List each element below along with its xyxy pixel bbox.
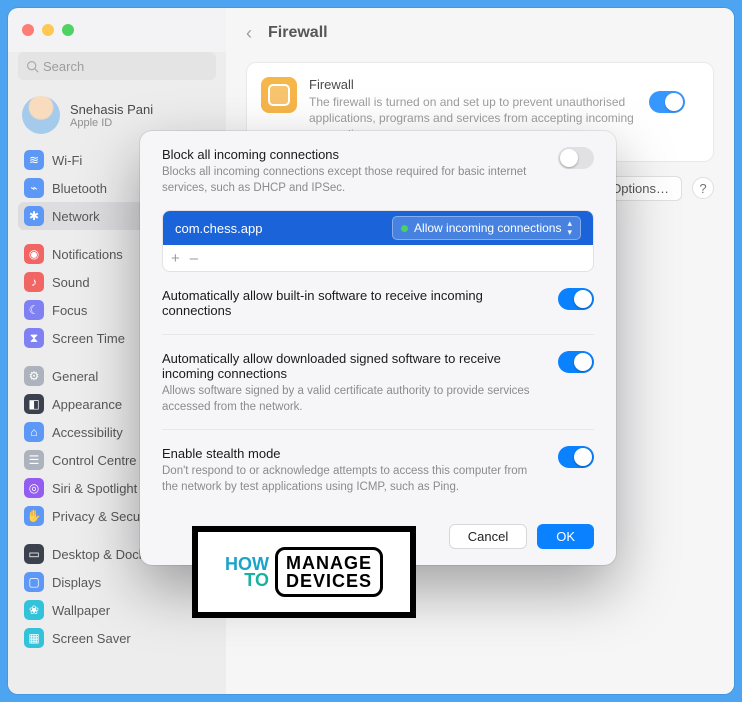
sidebar-item-label: Network [52, 209, 100, 224]
back-button[interactable]: ‹ [246, 23, 252, 44]
app-rule-select[interactable]: Allow incoming connections ▴▾ [392, 216, 581, 240]
add-app-button[interactable]: + [171, 250, 180, 267]
sidebar-item-wallpaper[interactable]: ❀ Wallpaper [18, 596, 216, 624]
sidebar-item-label: Sound [52, 275, 90, 290]
sidebar-item-label: Displays [52, 575, 101, 590]
firewall-master-toggle[interactable] [649, 91, 685, 113]
control-centre-icon: ☰ [24, 450, 44, 470]
firewall-card-title: Firewall [309, 77, 651, 92]
desktop-dock-icon: ▭ [24, 544, 44, 564]
block-all-title: Block all incoming connections [162, 147, 544, 162]
privacy-security-icon: ✋ [24, 506, 44, 526]
close-icon[interactable] [22, 24, 34, 36]
displays-icon: ▢ [24, 572, 44, 592]
app-rules-table: com.chess.app Allow incoming connections… [162, 210, 594, 272]
sidebar-item-label: Control Centre [52, 453, 137, 468]
focus-icon: ☾ [24, 300, 44, 320]
remove-app-button[interactable]: – [190, 250, 198, 267]
sound-icon: ♪ [24, 272, 44, 292]
search-placeholder: Search [43, 59, 84, 74]
auto-signed-desc: Allows software signed by a valid certif… [162, 383, 544, 415]
siri-spotlight-icon: ◎ [24, 478, 44, 498]
sidebar-item-label: Screen Time [52, 331, 125, 346]
sidebar-item-label: Notifications [52, 247, 123, 262]
chevron-updown-icon: ▴▾ [567, 219, 572, 237]
screen-saver-icon: ▦ [24, 628, 44, 648]
window-controls [22, 24, 74, 36]
avatar [22, 96, 60, 134]
ok-button[interactable]: OK [537, 524, 594, 549]
stealth-title: Enable stealth mode [162, 446, 544, 461]
auto-builtin-toggle[interactable] [558, 288, 594, 310]
sidebar-item-label: Bluetooth [52, 181, 107, 196]
sidebar-item-label: Accessibility [52, 425, 123, 440]
block-all-toggle[interactable] [558, 147, 594, 169]
sidebar-item-label: Appearance [52, 397, 122, 412]
sidebar-item-label: Wi-Fi [52, 153, 82, 168]
app-rule-row[interactable]: com.chess.app Allow incoming connections… [163, 211, 593, 245]
minimize-icon[interactable] [42, 24, 54, 36]
cancel-button[interactable]: Cancel [449, 524, 527, 549]
sidebar-item-label: Siri & Spotlight [52, 481, 137, 496]
help-button[interactable]: ? [692, 177, 714, 199]
sidebar-item-label: Desktop & Dock [52, 547, 145, 562]
sidebar-item-label: Screen Saver [52, 631, 131, 646]
firewall-options-sheet: Block all incoming connections Blocks al… [140, 131, 616, 565]
search-icon [26, 60, 39, 73]
sidebar-item-label: Wallpaper [52, 603, 110, 618]
wallpaper-icon: ❀ [24, 600, 44, 620]
auto-signed-toggle[interactable] [558, 351, 594, 373]
sidebar-item-displays[interactable]: ▢ Displays [18, 568, 216, 596]
watermark-logo: HOW TO MANAGE DEVICES [192, 526, 416, 618]
appearance-icon: ◧ [24, 394, 44, 414]
zoom-icon[interactable] [62, 24, 74, 36]
stealth-toggle[interactable] [558, 446, 594, 468]
sidebar-item-label: Focus [52, 303, 87, 318]
stealth-desc: Don't respond to or acknowledge attempts… [162, 463, 544, 495]
page-title: Firewall [268, 24, 328, 42]
search-input[interactable]: Search [18, 52, 216, 80]
sidebar-item-label: General [52, 369, 98, 384]
screen-time-icon: ⧗ [24, 328, 44, 348]
notifications-icon: ◉ [24, 244, 44, 264]
app-rule-value: Allow incoming connections [414, 221, 561, 235]
block-all-desc: Blocks all incoming connections except t… [162, 164, 544, 196]
bluetooth-icon: ⌁ [24, 178, 44, 198]
accessibility-icon: ⌂ [24, 422, 44, 442]
firewall-icon [261, 77, 297, 113]
wi-fi-icon: ≋ [24, 150, 44, 170]
profile-sub: Apple ID [70, 117, 153, 129]
general-icon: ⚙ [24, 366, 44, 386]
auto-builtin-title: Automatically allow built-in software to… [162, 288, 544, 318]
sidebar-item-screen-saver[interactable]: ▦ Screen Saver [18, 624, 216, 652]
status-dot-icon [401, 225, 408, 232]
auto-signed-title: Automatically allow downloaded signed so… [162, 351, 544, 381]
network-icon: ✱ [24, 206, 44, 226]
app-rule-name: com.chess.app [175, 221, 262, 236]
profile-name: Snehasis Pani [70, 102, 153, 117]
